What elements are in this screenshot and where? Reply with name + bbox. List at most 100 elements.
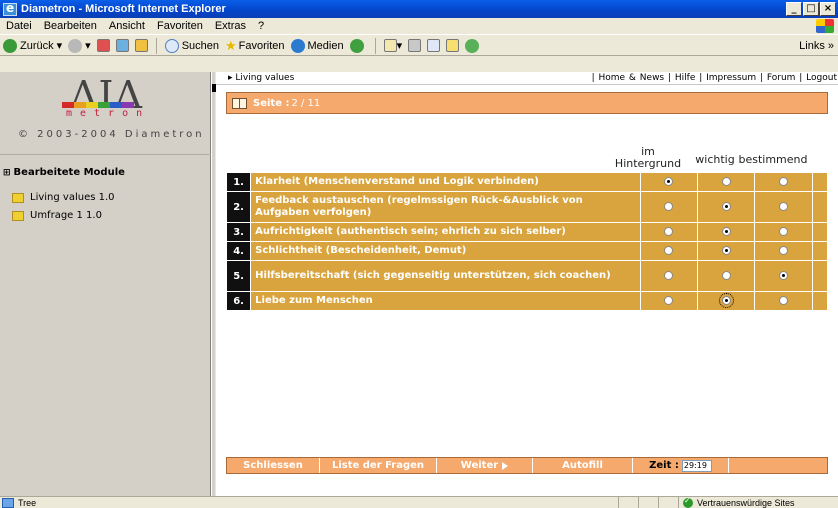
ie-icon <box>3 1 17 16</box>
trusted-sites-icon <box>683 496 693 508</box>
radio-option-1[interactable] <box>721 227 731 236</box>
close-button[interactable]: × <box>820 2 836 16</box>
home-icon <box>134 39 148 52</box>
sidebar: ΔΙΛ metron © 2003-2004 Diametron ⊞ Bearb… <box>0 72 211 496</box>
edit-icon <box>427 39 441 52</box>
radio-option-0[interactable] <box>664 177 674 186</box>
close-button[interactable]: Schliessen <box>227 458 320 473</box>
radio-option-0[interactable] <box>664 202 674 211</box>
questions-table: 1. Klarheit (Menschenverstand und Logik v… <box>225 172 829 311</box>
favorites-button[interactable]: ★ Favoriten <box>225 38 285 54</box>
column-header-bestimmend: bestimmend <box>738 153 808 166</box>
links-button[interactable]: Links » <box>799 40 834 52</box>
menu-bearbeiten[interactable]: Bearbeiten <box>38 20 103 32</box>
menu-extras[interactable]: Extras <box>209 20 252 32</box>
time-display: Zeit : <box>633 458 729 473</box>
question-number: 4. <box>225 241 252 261</box>
question-text: Hilfsbereitschaft (sich gegenseitig unte… <box>250 260 641 292</box>
window-titlebar: Diametron - Microsoft Internet Explorer … <box>0 0 838 18</box>
question-number: 3. <box>225 222 252 242</box>
media-button[interactable]: Medien <box>290 38 344 53</box>
favorites-label: Favoriten <box>238 39 285 52</box>
menu-datei[interactable]: Datei <box>0 20 38 32</box>
edit-button[interactable] <box>427 39 441 52</box>
discuss-button[interactable] <box>446 39 460 52</box>
refresh-button[interactable] <box>115 39 129 52</box>
stop-button[interactable] <box>96 39 110 52</box>
radio-option-2[interactable] <box>779 296 789 305</box>
radio-option-2[interactable] <box>779 227 789 236</box>
question-row: 5. Hilfsbereitschaft (sich gegenseitig un… <box>225 260 829 292</box>
menu-ansicht[interactable]: Ansicht <box>103 20 151 32</box>
search-label: Suchen <box>181 39 219 52</box>
search-icon <box>164 38 179 53</box>
toolbar: Zurück ▾ ▾ Suchen ★ Favoriten Medien ▾ L… <box>0 36 838 56</box>
question-text: Klarheit (Menschenverstand und Logik ver… <box>250 172 641 192</box>
mail-button[interactable]: ▾ <box>383 39 402 52</box>
question-text: Aufrichtigkeit (authentisch sein; ehrlic… <box>250 222 641 242</box>
modules-heading[interactable]: ⊞ Bearbeitete Module <box>3 167 125 178</box>
radio-option-2[interactable] <box>779 271 789 280</box>
radio-option-2[interactable] <box>779 177 789 186</box>
question-row: 3. Aufrichtigkeit (authentisch sein; ehrl… <box>225 222 829 242</box>
question-number: 5. <box>225 260 252 292</box>
radio-option-0[interactable] <box>664 271 674 280</box>
question-row: 6. Liebe zum Menschen <box>225 291 829 311</box>
question-row: 2. Feedback austauschen (regelmssigen Rüc… <box>225 191 829 223</box>
search-button[interactable]: Suchen <box>164 38 219 53</box>
radio-option-2[interactable] <box>779 246 789 255</box>
media-label: Medien <box>307 39 344 52</box>
radio-option-1[interactable] <box>718 293 734 308</box>
radio-option-1[interactable] <box>721 177 731 186</box>
radio-option-1[interactable] <box>721 271 731 280</box>
menu-help[interactable]: ? <box>252 20 270 32</box>
next-label: Weiter <box>460 460 499 471</box>
forward-arrow-icon <box>68 38 83 53</box>
radio-option-0[interactable] <box>664 296 674 305</box>
security-zone: Vertrauenswürdige Sites <box>678 496 838 508</box>
radio-option-1[interactable] <box>721 202 731 211</box>
radio-option-1[interactable] <box>721 246 731 255</box>
menu-favoriten[interactable]: Favoriten <box>151 20 209 32</box>
history-button[interactable] <box>349 38 367 53</box>
status-text: Tree <box>18 497 37 508</box>
time-label: Zeit : <box>649 460 679 471</box>
messenger-button[interactable] <box>465 38 482 53</box>
module-item-living-values[interactable]: Living values 1.0 <box>12 192 115 203</box>
forward-button[interactable]: ▾ <box>68 38 91 53</box>
maximize-button[interactable]: □ <box>803 2 819 16</box>
messenger-icon <box>465 38 480 53</box>
stop-icon <box>96 39 110 52</box>
autofill-button[interactable]: Autofill <box>533 458 633 473</box>
radio-option-0[interactable] <box>664 227 674 236</box>
question-list-button[interactable]: Liste der Fragen <box>320 458 437 473</box>
module-item-umfrage[interactable]: Umfrage 1 1.0 <box>12 210 102 221</box>
question-row: 4. Schlichtheit (Bescheidenheit, Demut) <box>225 241 829 261</box>
top-links[interactable]: | Home & News | Hilfe | Impressum | Foru… <box>592 73 837 83</box>
radio-option-0[interactable] <box>664 246 674 255</box>
time-field[interactable] <box>681 459 712 472</box>
back-button[interactable]: Zurück ▾ <box>3 38 62 53</box>
minimize-button[interactable]: _ <box>786 2 802 16</box>
column-header-hintergrund: im Hintergrund <box>614 145 682 170</box>
window-title: Diametron - Microsoft Internet Explorer <box>21 3 226 15</box>
logo-subtitle: metron <box>66 108 151 119</box>
question-row: 1. Klarheit (Menschenverstand und Logik v… <box>225 172 829 192</box>
windows-flag-icon <box>816 19 834 33</box>
question-number: 6. <box>225 291 252 311</box>
next-button[interactable]: Weiter <box>437 458 533 473</box>
home-button[interactable] <box>134 39 148 52</box>
module-label: Living values 1.0 <box>30 192 115 203</box>
radio-option-2[interactable] <box>779 202 789 211</box>
print-icon <box>408 39 422 52</box>
module-label: Umfrage 1 1.0 <box>30 210 102 221</box>
bottom-action-bar: Schliessen Liste der Fragen Weiter Autof… <box>226 457 828 474</box>
question-text: Feedback austauschen (regelmssigen Rück-… <box>250 191 641 223</box>
print-button[interactable] <box>408 39 422 52</box>
question-number: 1. <box>225 172 252 192</box>
sidebar-collapse-handle[interactable] <box>211 72 216 496</box>
refresh-icon <box>115 39 129 52</box>
content-area: ▸ Living values | Home & News | Hilfe | … <box>216 72 838 496</box>
page-label: Seite : <box>253 97 290 109</box>
folder-icon <box>12 192 24 203</box>
